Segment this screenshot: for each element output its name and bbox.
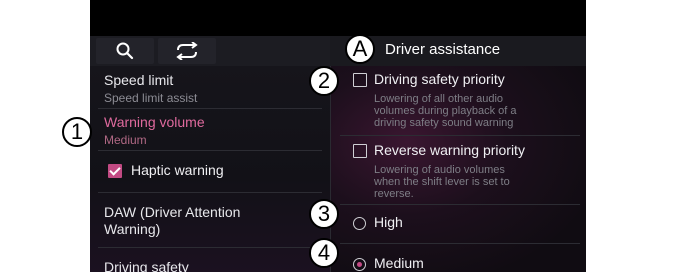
menu-divider xyxy=(98,247,322,248)
swap-arrows-icon xyxy=(176,42,198,60)
callout-3: 3 xyxy=(309,199,339,229)
infotainment-screen: Speed limit Speed limit assist Warning v… xyxy=(90,0,586,272)
volume-medium-radio[interactable] xyxy=(353,258,366,271)
status-bar xyxy=(90,0,586,36)
speed-limit-value: Speed limit assist xyxy=(104,91,198,105)
option-divider xyxy=(340,204,580,205)
page-title: Driver assistance xyxy=(385,41,501,58)
driving-safety-label: Driving safety xyxy=(104,259,189,272)
search-icon xyxy=(116,42,134,60)
reverse-warning-priority-label: Reverse warning priority xyxy=(374,142,525,158)
menu-divider xyxy=(98,108,322,109)
daw-label-line1: DAW (Driver Attention xyxy=(104,204,241,220)
option-divider xyxy=(340,243,580,244)
menu-item-driving-safety[interactable]: Driving safety xyxy=(104,259,189,272)
speed-limit-label: Speed limit xyxy=(104,72,174,88)
haptic-warning-label: Haptic warning xyxy=(131,162,224,178)
option-divider xyxy=(340,135,580,136)
callout-a: A xyxy=(345,34,375,64)
reverse-warning-priority-desc-1: Lowering of audio volumes xyxy=(374,164,505,176)
haptic-warning-checkbox[interactable] xyxy=(108,164,122,178)
warning-volume-label: Warning volume xyxy=(104,114,205,130)
volume-medium-label: Medium xyxy=(374,255,424,271)
callout-2: 2 xyxy=(309,66,339,96)
menu-item-speed-limit[interactable]: Speed limit Speed limit assist xyxy=(104,72,197,105)
menu-item-warning-volume[interactable]: Warning volume Medium xyxy=(104,114,205,147)
volume-high-label: High xyxy=(374,214,403,230)
warning-volume-value: Medium xyxy=(104,133,147,147)
swap-button[interactable] xyxy=(158,38,216,64)
driving-safety-priority-checkbox[interactable] xyxy=(353,73,367,87)
menu-divider xyxy=(98,150,322,151)
reverse-warning-priority-desc-2: when the shift lever is set to xyxy=(374,176,510,188)
driving-safety-priority-desc-1: Lowering of all other audio xyxy=(374,93,504,105)
callout-1: 1 xyxy=(62,117,92,147)
reverse-warning-priority-checkbox[interactable] xyxy=(353,144,367,158)
driving-safety-priority-label: Driving safety priority xyxy=(374,71,505,87)
callout-4: 4 xyxy=(309,238,339,268)
search-button[interactable] xyxy=(96,38,154,64)
driving-safety-priority-desc-3: driving safety sound warning xyxy=(374,117,514,129)
reverse-warning-priority-desc-3: reverse. xyxy=(374,188,414,200)
volume-high-radio[interactable] xyxy=(353,217,366,230)
menu-item-daw[interactable]: DAW (Driver Attention Warning) xyxy=(104,204,240,237)
driving-safety-priority-desc-2: volumes during playback of a xyxy=(374,105,517,117)
menu-divider xyxy=(98,192,322,193)
daw-label-line2: Warning) xyxy=(104,221,161,237)
